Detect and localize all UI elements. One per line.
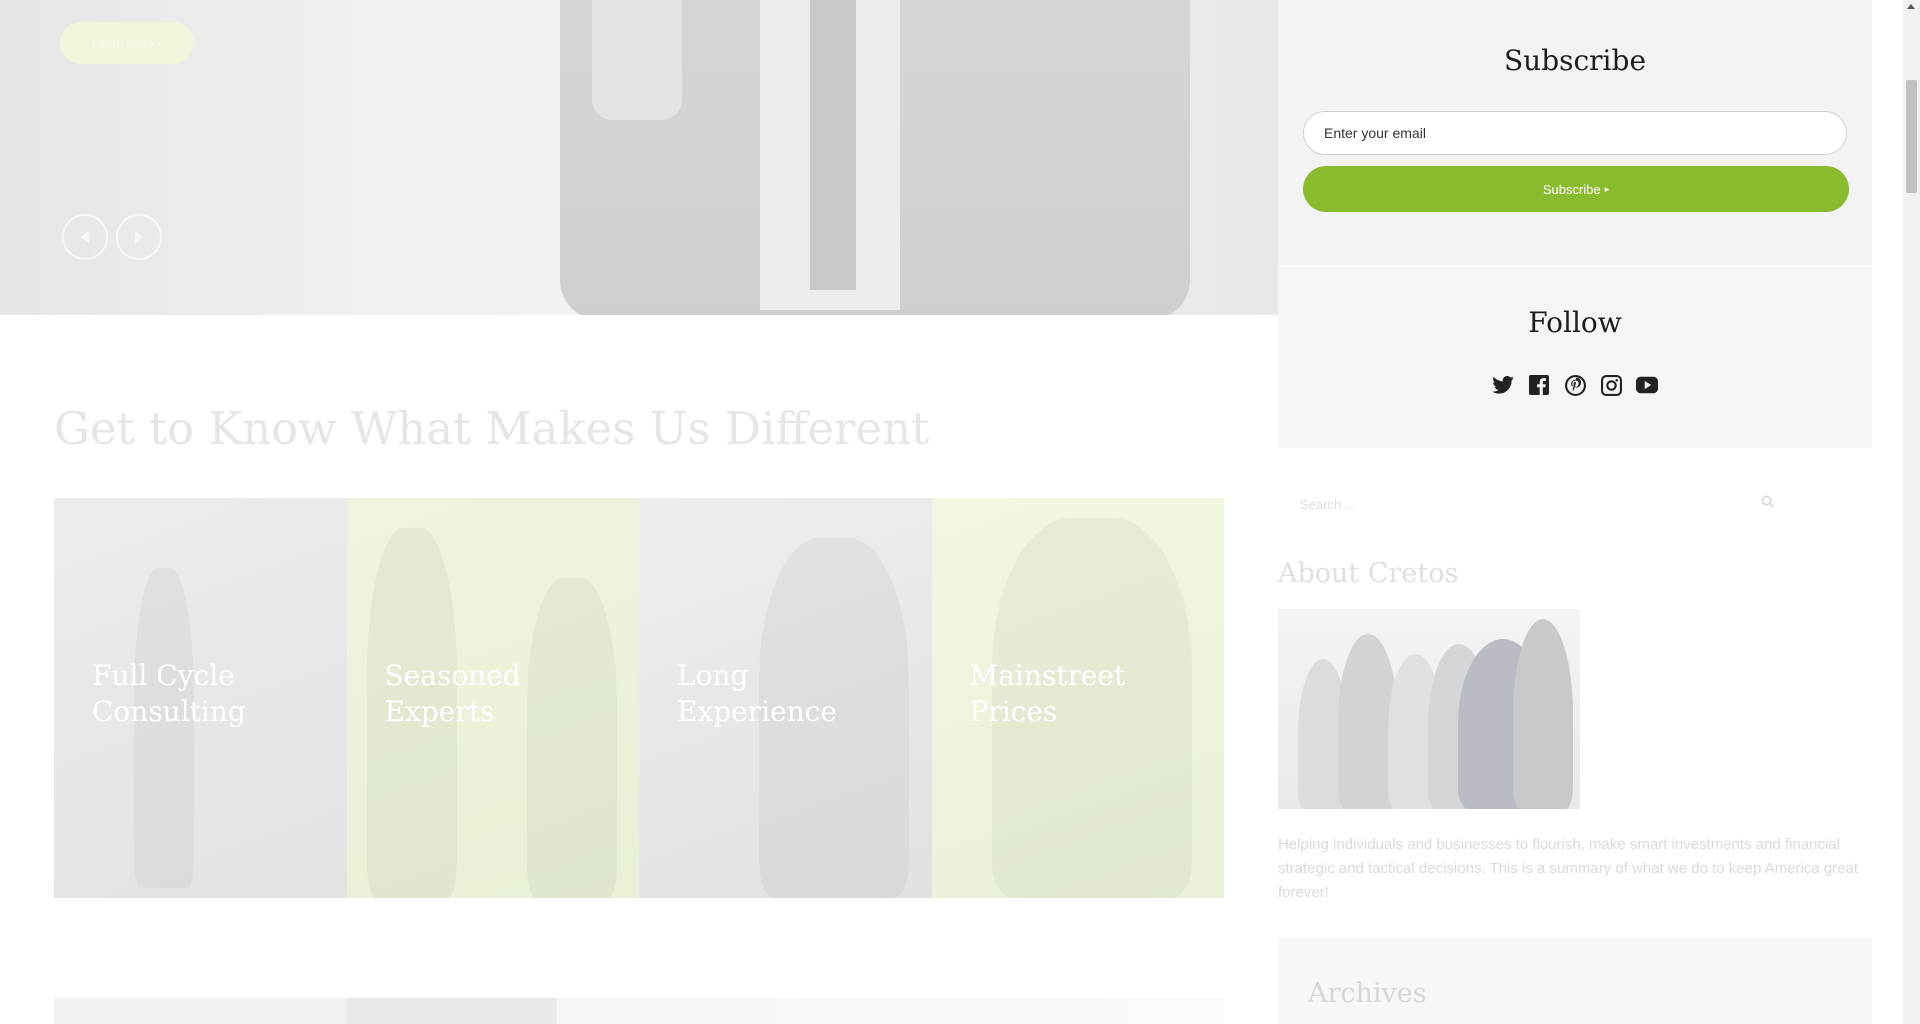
learn-more-button[interactable]: Learn more ▸: [60, 22, 194, 64]
archives-title: Archives: [1308, 978, 1427, 1009]
hero-image-cuff: [592, 0, 682, 120]
feature-tile-label: Full Cycle Consulting: [92, 659, 246, 728]
search-icon[interactable]: [1761, 495, 1774, 513]
feature-tile-label: Seasoned Experts: [384, 659, 521, 728]
subscribe-title: Subscribe: [1503, 44, 1647, 77]
subscribe-button-label: Subscribe: [1542, 181, 1601, 197]
scroll-up-icon[interactable]: [1907, 4, 1915, 9]
feature-tile-consulting[interactable]: Full Cycle Consulting: [54, 498, 347, 898]
instagram-icon[interactable]: [1600, 374, 1622, 396]
follow-widget: Follow: [1278, 266, 1872, 448]
subscribe-button[interactable]: Subscribe ▸: [1303, 166, 1849, 212]
feature-tile-experts[interactable]: Seasoned Experts: [346, 498, 639, 898]
feature-tile-prices[interactable]: Mainstreet Prices: [931, 498, 1224, 898]
chevron-left-icon: [81, 231, 89, 243]
feature-tile-experience[interactable]: Long Experience: [639, 498, 932, 898]
about-text: Helping individuals and businesses to fl…: [1278, 836, 1858, 901]
follow-title: Follow: [1528, 306, 1622, 339]
feature-tiles: Full Cycle Consulting Seasoned Experts Lon…: [54, 498, 1224, 898]
hero-image-tie: [810, 0, 856, 290]
tile-figure: [526, 578, 617, 898]
caret-right-icon: ▸: [1604, 183, 1610, 194]
feature-tile-label: Mainstreet Prices: [969, 659, 1126, 728]
caret-right-icon: ▸: [157, 38, 162, 48]
youtube-icon[interactable]: [1636, 374, 1658, 396]
feature-tile-label: Long Experience: [677, 659, 837, 728]
search-input[interactable]: [1278, 488, 1742, 520]
slider-prev-button[interactable]: [62, 214, 108, 260]
learn-more-label: Learn more: [92, 36, 154, 50]
email-field[interactable]: [1303, 111, 1847, 155]
hero-slider: Learn more ▸: [0, 0, 1279, 315]
page-scrollbar[interactable]: [1903, 0, 1920, 1024]
social-links: [1278, 374, 1872, 396]
section-title: Get to Know What Makes Us Different: [54, 402, 930, 455]
facebook-icon[interactable]: [1528, 374, 1550, 396]
subscribe-widget: Subscribe Subscribe ▸: [1278, 0, 1872, 265]
slider-next-button[interactable]: [116, 214, 162, 260]
search-form: [1278, 488, 1788, 520]
chevron-right-icon: [135, 231, 143, 243]
archives-widget: Archives: [1278, 938, 1872, 1024]
about-team-image: [1278, 609, 1580, 809]
pinterest-icon[interactable]: [1564, 374, 1586, 396]
twitter-icon[interactable]: [1492, 374, 1514, 396]
about-title: About Cretos: [1278, 558, 1459, 589]
next-section-preview: [54, 998, 1224, 1024]
scrollbar-thumb[interactable]: [1906, 80, 1917, 193]
